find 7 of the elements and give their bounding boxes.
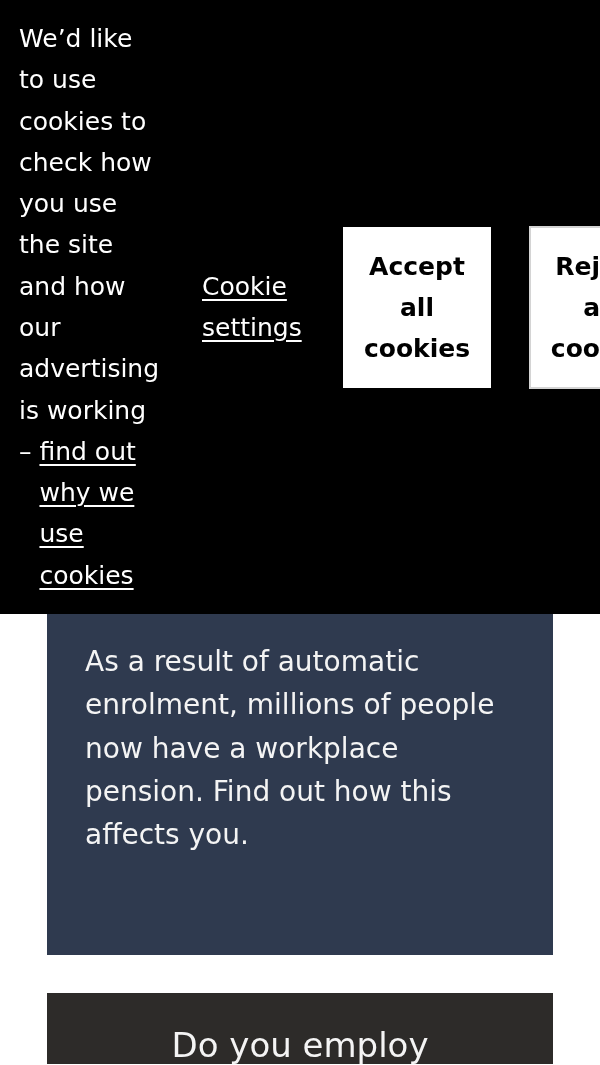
cookie-policy-link[interactable]: find out why we use cookies — [39, 430, 160, 597]
cookie-settings-link[interactable]: Cookie settings — [202, 265, 306, 349]
card-text: As a result of automatic enrolment, millions of people now have a workplace pension. Find out how this affects you. — [85, 644, 496, 854]
accept-cookies-button[interactable]: Accept all cookies — [343, 226, 491, 388]
cookie-message: We’d like to use cookies to check how you use the site and how our advertising is working – find out why we use cookies — [19, 17, 161, 597]
reject-cookies-button[interactable]: Rej a coo — [529, 225, 600, 389]
card-heading: Do you employ — [170, 1026, 430, 1065]
